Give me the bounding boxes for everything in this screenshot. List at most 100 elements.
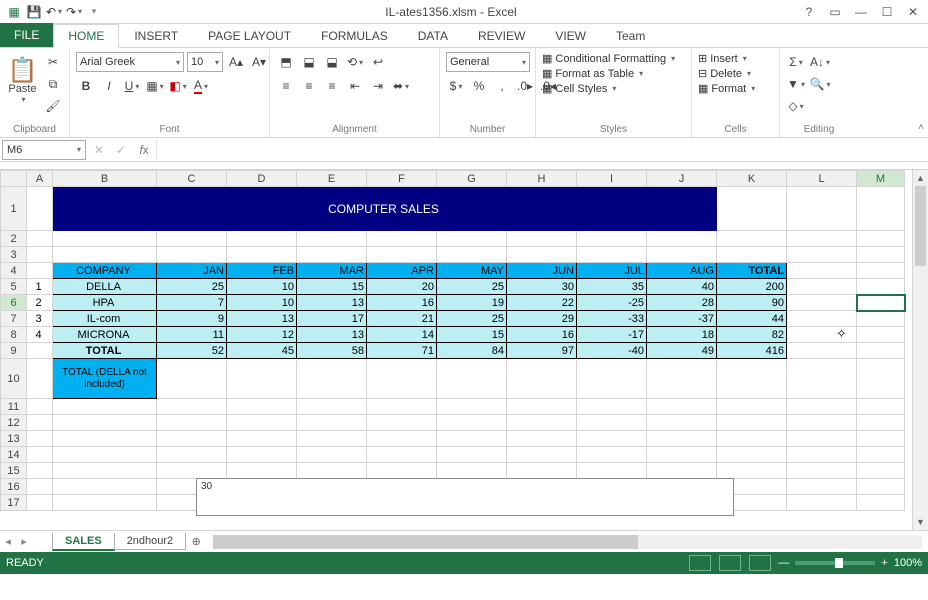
cell[interactable]: 82 bbox=[717, 327, 787, 343]
cell[interactable]: 45 bbox=[227, 343, 297, 359]
cell[interactable] bbox=[27, 399, 53, 415]
row-header-13[interactable]: 13 bbox=[1, 431, 27, 447]
cell[interactable] bbox=[53, 247, 157, 263]
cell[interactable]: 200 bbox=[717, 279, 787, 295]
cell[interactable]: 49 bbox=[647, 343, 717, 359]
cell[interactable]: 25 bbox=[157, 279, 227, 295]
underline-button[interactable]: U▾ bbox=[122, 76, 142, 96]
cell[interactable] bbox=[787, 247, 857, 263]
increase-decimal-icon[interactable]: .0▸ bbox=[515, 76, 535, 96]
cell[interactable]: 7 bbox=[157, 295, 227, 311]
cell[interactable]: 29 bbox=[507, 311, 577, 327]
align-bottom-icon[interactable]: ⬓ bbox=[322, 52, 342, 72]
col-header-M[interactable]: M bbox=[857, 171, 905, 187]
fill-icon[interactable]: ▼▾ bbox=[786, 74, 806, 94]
cell[interactable]: 13 bbox=[227, 311, 297, 327]
cell[interactable]: 2 bbox=[27, 295, 53, 311]
cell[interactable] bbox=[297, 231, 367, 247]
cell[interactable] bbox=[227, 463, 297, 479]
cell[interactable] bbox=[227, 247, 297, 263]
cell[interactable]: APR bbox=[367, 263, 437, 279]
cell[interactable]: 84 bbox=[437, 343, 507, 359]
align-left-icon[interactable]: ≡ bbox=[276, 76, 296, 96]
cell[interactable] bbox=[717, 415, 787, 431]
cell[interactable] bbox=[647, 431, 717, 447]
row-header-7[interactable]: 7 bbox=[1, 311, 27, 327]
col-header-B[interactable]: B bbox=[53, 171, 157, 187]
cell[interactable]: MAR bbox=[297, 263, 367, 279]
cell[interactable] bbox=[787, 295, 857, 311]
cell[interactable]: 35 bbox=[577, 279, 647, 295]
delete-cells-button[interactable]: ⊟ Delete▾ bbox=[698, 67, 751, 80]
row-header-9[interactable]: 9 bbox=[1, 343, 27, 359]
cell[interactable] bbox=[367, 447, 437, 463]
format-painter-icon[interactable]: 🖌 bbox=[43, 96, 63, 116]
cell[interactable]: 416 bbox=[717, 343, 787, 359]
cell[interactable] bbox=[53, 447, 157, 463]
wrap-text-icon[interactable]: ↩ bbox=[368, 52, 388, 72]
cell[interactable]: 4 bbox=[27, 327, 53, 343]
cell[interactable] bbox=[507, 463, 577, 479]
bold-button[interactable]: B bbox=[76, 76, 96, 96]
cell[interactable] bbox=[157, 359, 227, 399]
tab-view[interactable]: VIEW bbox=[540, 23, 601, 47]
row-header-16[interactable]: 16 bbox=[1, 479, 27, 495]
comma-icon[interactable]: , bbox=[492, 76, 512, 96]
cell[interactable] bbox=[577, 231, 647, 247]
fx-icon[interactable]: fx bbox=[132, 143, 156, 157]
cell[interactable] bbox=[157, 431, 227, 447]
cell[interactable] bbox=[437, 447, 507, 463]
new-sheet-icon[interactable]: ⊕ bbox=[185, 535, 207, 548]
insert-cells-button[interactable]: ⊞ Insert▾ bbox=[698, 52, 747, 65]
cell[interactable] bbox=[647, 231, 717, 247]
sort-filter-icon[interactable]: A↓▾ bbox=[810, 52, 830, 72]
cell[interactable] bbox=[787, 495, 857, 511]
cell[interactable] bbox=[647, 399, 717, 415]
cell[interactable] bbox=[53, 495, 157, 511]
cell[interactable] bbox=[227, 431, 297, 447]
col-header-D[interactable]: D bbox=[227, 171, 297, 187]
cell[interactable] bbox=[53, 415, 157, 431]
cell[interactable] bbox=[157, 247, 227, 263]
cell[interactable] bbox=[297, 463, 367, 479]
cell[interactable]: DELLA bbox=[53, 279, 157, 295]
cell[interactable] bbox=[53, 479, 157, 495]
cell[interactable] bbox=[227, 231, 297, 247]
align-middle-icon[interactable]: ⬓ bbox=[299, 52, 319, 72]
cell[interactable]: 40 bbox=[647, 279, 717, 295]
row-header-4[interactable]: 4 bbox=[1, 263, 27, 279]
cell[interactable] bbox=[857, 343, 905, 359]
cell[interactable] bbox=[787, 415, 857, 431]
cell[interactable] bbox=[157, 231, 227, 247]
cell[interactable] bbox=[787, 279, 857, 295]
cell[interactable] bbox=[507, 399, 577, 415]
zoom-slider[interactable] bbox=[795, 561, 875, 565]
cell-styles-button[interactable]: ▦ Cell Styles▾ bbox=[542, 82, 616, 95]
ribbon-options-icon[interactable]: ▭ bbox=[824, 5, 846, 19]
view-page-layout-icon[interactable] bbox=[719, 555, 741, 571]
cell[interactable] bbox=[27, 479, 53, 495]
cell[interactable] bbox=[787, 463, 857, 479]
cell[interactable] bbox=[787, 263, 857, 279]
row-header-12[interactable]: 12 bbox=[1, 415, 27, 431]
cell[interactable] bbox=[857, 311, 905, 327]
cell[interactable] bbox=[787, 431, 857, 447]
cell[interactable] bbox=[27, 463, 53, 479]
zoom-level[interactable]: 100% bbox=[894, 557, 922, 569]
cell[interactable]: 16 bbox=[367, 295, 437, 311]
cell[interactable] bbox=[297, 415, 367, 431]
tab-formulas[interactable]: FORMULAS bbox=[306, 23, 403, 47]
cell[interactable] bbox=[27, 415, 53, 431]
cell[interactable] bbox=[367, 463, 437, 479]
cell[interactable] bbox=[227, 359, 297, 399]
cell[interactable] bbox=[717, 231, 787, 247]
col-header-C[interactable]: C bbox=[157, 171, 227, 187]
cell[interactable] bbox=[27, 447, 53, 463]
cell[interactable]: 20 bbox=[367, 279, 437, 295]
cell[interactable] bbox=[787, 479, 857, 495]
cell[interactable] bbox=[647, 463, 717, 479]
cell[interactable] bbox=[507, 431, 577, 447]
cell[interactable] bbox=[857, 399, 905, 415]
number-format-select[interactable]: General▾ bbox=[446, 52, 530, 72]
select-all-corner[interactable] bbox=[1, 171, 27, 187]
